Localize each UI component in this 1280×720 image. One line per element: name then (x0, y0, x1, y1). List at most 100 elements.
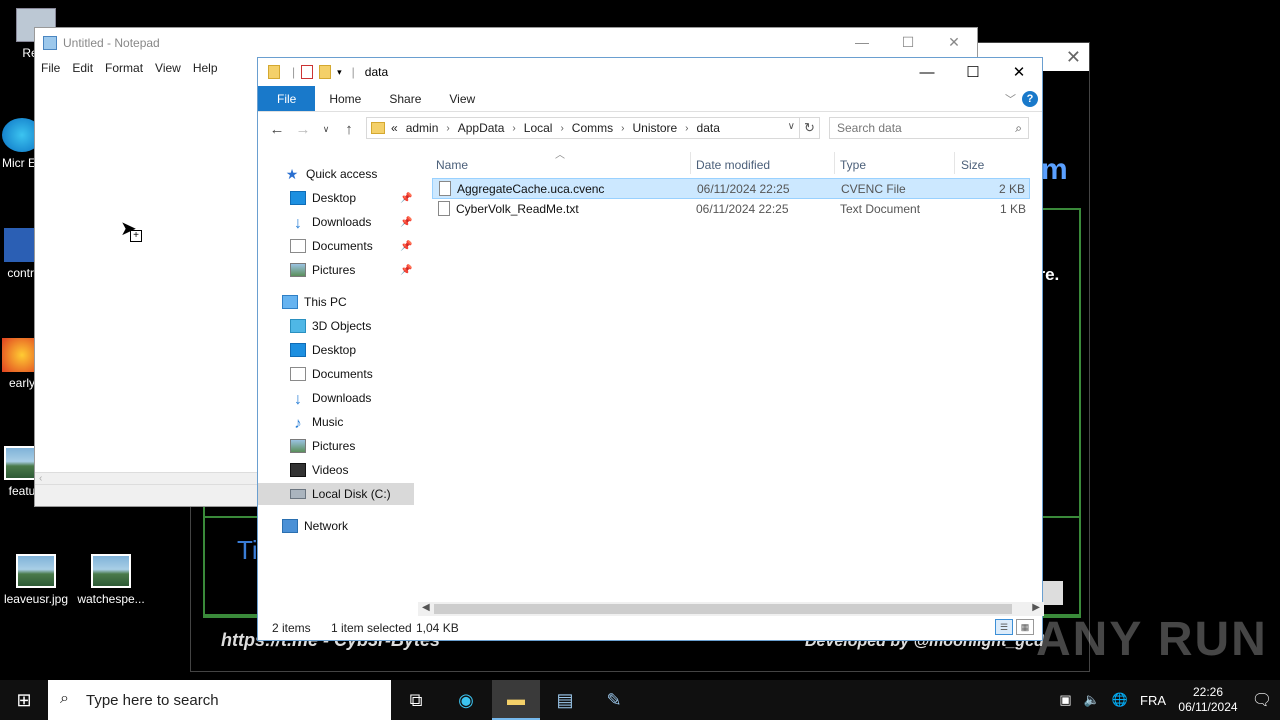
new-folder-icon[interactable] (319, 65, 332, 79)
nav-this-pc[interactable]: This PC (282, 291, 347, 313)
tab-share[interactable]: Share (375, 86, 435, 111)
clock[interactable]: 22:26 06/11/2024 (1172, 685, 1244, 715)
scrollbar-thumb[interactable] (434, 604, 1012, 614)
nav-quick-access[interactable]: ★ Quick access (284, 163, 378, 185)
nav-music[interactable]: ♪ Music (290, 411, 343, 433)
refresh-icon[interactable]: ↻ (800, 117, 820, 139)
notepad-taskbar-icon[interactable]: ✎ (590, 680, 638, 720)
desktop-icon-label: leaveusr.jpg (3, 592, 69, 606)
menu-help[interactable]: Help (187, 58, 224, 78)
help-icon[interactable]: ? (1022, 91, 1038, 107)
language-indicator[interactable]: FRA (1140, 693, 1166, 708)
column-header-name[interactable]: Name (436, 152, 686, 178)
menu-format[interactable]: Format (99, 58, 149, 78)
taskbar-search-placeholder: Type here to search (86, 691, 219, 709)
file-row[interactable]: CyberVolk_ReadMe.txt 06/11/2024 22:25 Te… (432, 199, 1030, 220)
notification-icon[interactable]: 🗨 (1244, 690, 1280, 710)
ransom-button[interactable] (1041, 581, 1063, 605)
nav-qa-downloads[interactable]: ↓ Downloads 📌 (290, 211, 412, 233)
nav-3d-objects[interactable]: 3D Objects (290, 315, 371, 337)
file-explorer-taskbar-icon[interactable]: ▬ (492, 680, 540, 720)
properties-icon[interactable] (301, 65, 314, 79)
ransomware-app-taskbar-icon[interactable]: ▤ (541, 680, 589, 720)
column-header-size[interactable]: Size (961, 152, 1021, 178)
volume-icon[interactable]: 🔈 (1084, 692, 1100, 708)
recent-dropdown-icon[interactable]: ∨ (316, 124, 336, 135)
breadcrumb-prefix[interactable]: « (391, 121, 398, 135)
tab-view[interactable]: View (435, 86, 489, 111)
chevron-right-icon[interactable]: › (685, 123, 688, 134)
notepad-horizontal-scrollbar[interactable]: ‹ (35, 472, 257, 484)
minimize-icon[interactable]: — (904, 58, 950, 86)
nav-qa-pictures[interactable]: Pictures 📌 (290, 259, 412, 281)
close-icon[interactable]: ✕ (996, 58, 1042, 86)
nav-label: Pictures (312, 439, 356, 453)
breadcrumb-admin[interactable]: admin (406, 121, 439, 135)
nav-qa-documents[interactable]: Documents 📌 (290, 235, 412, 257)
close-icon[interactable]: ✕ (931, 28, 977, 56)
details-view-icon[interactable]: ☰ (995, 619, 1013, 635)
windows-start-icon[interactable]: ⊞ (0, 680, 48, 720)
globe-icon[interactable]: 🌐 (1112, 692, 1128, 708)
column-header-type[interactable]: Type (840, 152, 952, 178)
menu-file[interactable]: File (35, 58, 66, 78)
chevron-right-icon[interactable]: › (560, 123, 563, 134)
nav-label: Music (312, 415, 344, 429)
explorer-title: data (364, 65, 389, 79)
nav-label: This PC (304, 295, 347, 309)
search-input[interactable]: Search data ⌕ (829, 117, 1029, 139)
network-icon (282, 519, 298, 533)
nav-qa-desktop[interactable]: Desktop 📌 (290, 187, 412, 209)
breadcrumb-data[interactable]: data (697, 121, 720, 135)
minimize-icon[interactable]: — (839, 28, 885, 56)
desktop-icon-label: early (8, 376, 35, 390)
tab-file[interactable]: File (258, 86, 316, 111)
ransom-close-button[interactable]: ✕ (1066, 47, 1081, 68)
maximize-icon[interactable]: ☐ (885, 28, 931, 56)
menu-view[interactable]: View (149, 58, 187, 78)
nav-local-disk[interactable]: Local Disk (C:) (258, 483, 414, 505)
horizontal-scrollbar[interactable]: ◀ ▶ (418, 602, 1044, 616)
desktop-icon-leaveusr[interactable]: leaveusr.jpg (0, 554, 72, 606)
tab-home[interactable]: Home (315, 86, 375, 111)
back-icon[interactable]: ← (264, 121, 290, 138)
nav-desktop[interactable]: Desktop (290, 339, 356, 361)
address-dropdown-icon[interactable]: ∨ (788, 121, 795, 132)
breadcrumb-local[interactable]: Local (524, 121, 553, 135)
quick-access-dropdown-icon[interactable]: ▾ (337, 67, 342, 78)
chevron-right-icon[interactable]: › (621, 123, 624, 134)
file-date: 06/11/2024 22:25 (696, 202, 789, 216)
nav-pictures[interactable]: Pictures (290, 435, 355, 457)
menu-edit[interactable]: Edit (66, 58, 99, 78)
scroll-left-icon[interactable]: ◀ (422, 602, 430, 613)
file-name: AggregateCache.uca.cvenc (457, 182, 605, 196)
nav-label: Desktop (312, 191, 357, 205)
nav-network[interactable]: Network (282, 515, 348, 537)
hard-drive-icon (290, 489, 306, 499)
breadcrumb-appdata[interactable]: AppData (458, 121, 505, 135)
search-icon: ⌕ (60, 690, 69, 707)
maximize-icon[interactable]: ☐ (950, 58, 996, 86)
nav-documents[interactable]: Documents (290, 363, 373, 385)
nav-videos[interactable]: Videos (290, 459, 348, 481)
breadcrumb-comms[interactable]: Comms (572, 121, 613, 135)
large-icons-view-icon[interactable]: ▦ (1016, 619, 1034, 635)
breadcrumb-unistore[interactable]: Unistore (632, 121, 677, 135)
expand-ribbon-icon[interactable]: ﹀ (1005, 91, 1016, 107)
taskbar: ⊞ ⌕ Type here to search ⧉ ◉ ▬ ▤ ✎ ▣ 🔈 🌐 … (0, 680, 1280, 720)
address-bar[interactable]: « admin › AppData › Local › Comms › Unis… (366, 117, 800, 139)
pictures-icon (290, 263, 306, 277)
task-view-icon[interactable]: ⧉ (392, 680, 440, 720)
downloads-icon: ↓ (294, 215, 302, 232)
chevron-right-icon[interactable]: › (512, 123, 515, 134)
device-icon[interactable]: ▣ (1059, 692, 1071, 708)
file-row[interactable]: AggregateCache.uca.cvenc 06/11/2024 22:2… (432, 178, 1030, 199)
column-header-date[interactable]: Date modified (696, 152, 836, 178)
taskbar-search-input[interactable]: ⌕ Type here to search (48, 680, 391, 720)
nav-downloads[interactable]: ↓ Downloads (290, 387, 371, 409)
edge-icon[interactable]: ◉ (442, 680, 490, 720)
forward-icon[interactable]: → (290, 121, 316, 138)
up-icon[interactable]: ↑ (336, 121, 362, 138)
chevron-right-icon[interactable]: › (446, 123, 449, 134)
desktop-icon-watchespe[interactable]: watchespe... (75, 554, 147, 606)
